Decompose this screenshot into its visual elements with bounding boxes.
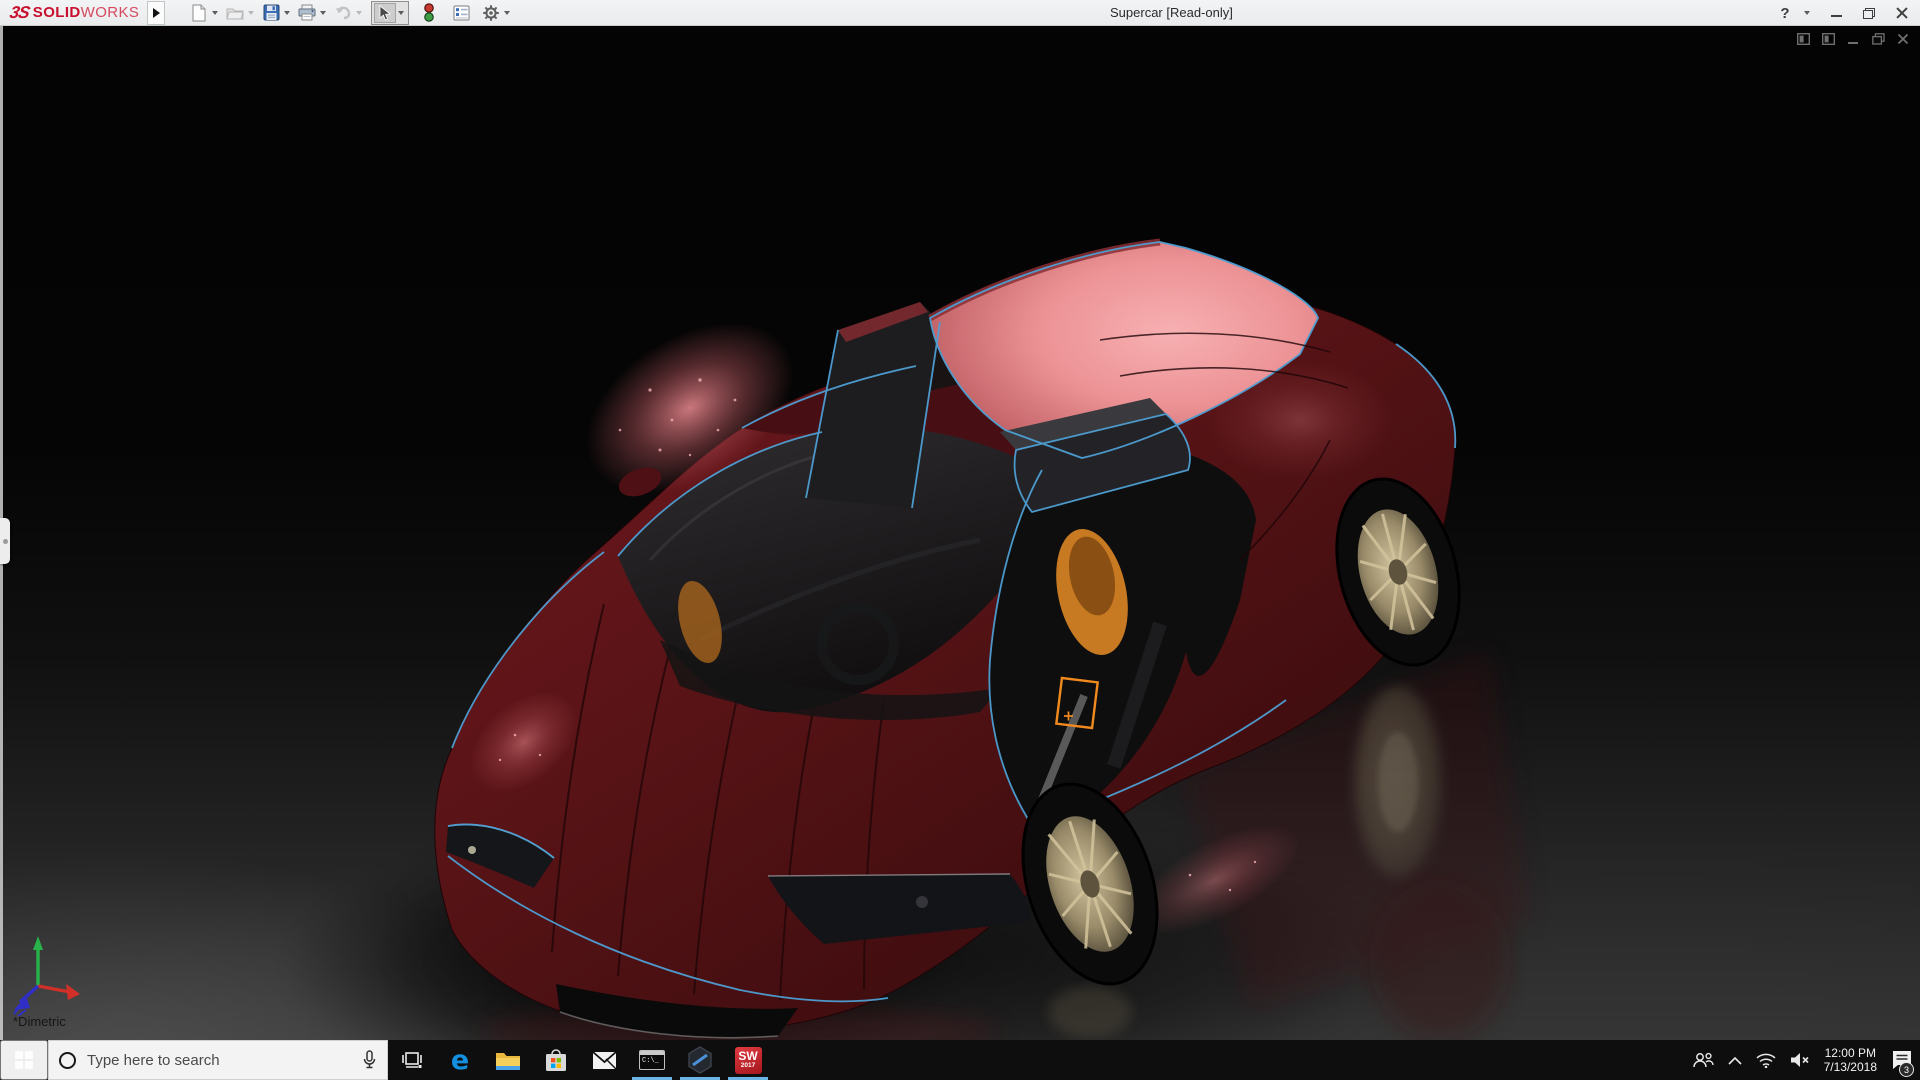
tray-action-center-button[interactable]: 3: [1884, 1040, 1920, 1080]
tray-volume-button[interactable]: [1783, 1040, 1817, 1080]
minimize-button[interactable]: [1824, 1, 1848, 25]
command-prompt-icon: C:\_: [639, 1050, 665, 1070]
taskbar: e C:\_: [0, 1040, 1920, 1080]
taskbar-store[interactable]: [532, 1040, 580, 1080]
solidworks-logo: 3S SOLIDWORKS: [0, 0, 145, 26]
tray-people-button[interactable]: [1685, 1040, 1721, 1080]
taskbar-search[interactable]: [48, 1040, 388, 1080]
restore-icon: [1863, 8, 1875, 19]
taskbar-file-explorer[interactable]: [484, 1040, 532, 1080]
close-icon: [1896, 7, 1908, 19]
traffic-light-icon: [423, 3, 435, 22]
undo-arrow-icon: [334, 5, 352, 20]
brand-solid: SOLID: [33, 4, 81, 21]
taskbar-edge[interactable]: e: [436, 1040, 484, 1080]
microphone-icon[interactable]: [362, 1050, 377, 1070]
options-caret-icon[interactable]: [504, 11, 510, 15]
taskbar-command-prompt[interactable]: C:\_: [628, 1040, 676, 1080]
close-button[interactable]: [1890, 1, 1914, 25]
solidworks-2017-icon: SW 2017: [735, 1047, 762, 1074]
search-input[interactable]: [87, 1052, 351, 1069]
select-tool-group: [371, 1, 409, 25]
taskbar-solidworks-visualize[interactable]: [676, 1040, 724, 1080]
titlebar: 3S SOLIDWORKS: [0, 0, 1920, 26]
open-folder-icon: [226, 6, 244, 20]
undo-button-disabled[interactable]: [331, 1, 355, 25]
notification-badge: 3: [1899, 1062, 1914, 1077]
tray-chevron-button[interactable]: [1721, 1040, 1749, 1080]
system-tray: 12:00 PM 7/13/2018 3: [1685, 1040, 1920, 1080]
toolbar-flyout-button[interactable]: [147, 1, 165, 25]
select-caret-icon[interactable]: [398, 11, 404, 15]
print-icon: [298, 4, 316, 21]
taskbar-solidworks-2017[interactable]: SW 2017: [724, 1040, 772, 1080]
properties-list-icon: [453, 5, 470, 21]
print-button[interactable]: [295, 1, 319, 25]
people-icon: [1692, 1052, 1714, 1069]
window-controls: ?: [1776, 0, 1914, 26]
help-icon: ?: [1780, 5, 1789, 22]
visualize-hexagon-icon: [687, 1046, 713, 1074]
chevron-up-icon: [1728, 1056, 1742, 1065]
undo-caret-icon: [356, 11, 362, 15]
graphics-area[interactable]: *Dimetric: [0, 26, 1920, 1040]
help-caret-icon[interactable]: [1804, 11, 1810, 15]
standard-toolbar: [187, 0, 515, 26]
save-floppy-icon: [263, 4, 280, 21]
restore-button[interactable]: [1857, 1, 1881, 25]
save-button[interactable]: [259, 1, 283, 25]
open-caret-icon: [248, 11, 254, 15]
play-right-icon: [153, 8, 160, 18]
taskbar-task-view[interactable]: [388, 1040, 436, 1080]
ds-logo-icon: 3S: [8, 3, 31, 23]
microsoft-store-icon: [544, 1049, 568, 1072]
tray-wifi-button[interactable]: [1749, 1040, 1783, 1080]
task-pane-button[interactable]: [449, 1, 473, 25]
file-explorer-icon: [495, 1050, 521, 1071]
open-button-disabled[interactable]: [223, 1, 247, 25]
new-caret-icon[interactable]: [212, 11, 218, 15]
cortana-icon: [59, 1052, 76, 1069]
print-caret-icon[interactable]: [320, 11, 326, 15]
edge-icon: e: [451, 1047, 469, 1074]
tray-date: 7/13/2018: [1824, 1060, 1877, 1074]
minimize-icon: [1831, 15, 1842, 17]
save-caret-icon[interactable]: [284, 11, 290, 15]
document-title: Supercar [Read-only]: [1110, 0, 1233, 26]
view-orientation-label: *Dimetric: [13, 1014, 66, 1029]
windows-logo-icon: [15, 1051, 33, 1069]
task-view-icon: [401, 1051, 423, 1069]
cursor-arrow-icon: [378, 5, 392, 21]
tray-time: 12:00 PM: [1824, 1046, 1877, 1060]
supercar-model[interactable]: [0, 26, 1920, 1040]
gear-icon: [482, 4, 500, 22]
brand-works: WORKS: [81, 4, 140, 21]
tray-clock[interactable]: 12:00 PM 7/13/2018: [1817, 1040, 1884, 1080]
start-button[interactable]: [0, 1040, 48, 1080]
volume-muted-icon: [1790, 1052, 1810, 1068]
new-document-button[interactable]: [187, 1, 211, 25]
new-document-icon: [191, 4, 207, 22]
select-tool-button[interactable]: [374, 3, 396, 23]
rebuild-button[interactable]: [417, 1, 441, 25]
options-button[interactable]: [479, 1, 503, 25]
orientation-triad[interactable]: [14, 936, 80, 1016]
mail-icon: [592, 1051, 617, 1070]
wifi-icon: [1756, 1053, 1776, 1068]
taskbar-mail[interactable]: [580, 1040, 628, 1080]
help-button[interactable]: ?: [1776, 1, 1794, 25]
